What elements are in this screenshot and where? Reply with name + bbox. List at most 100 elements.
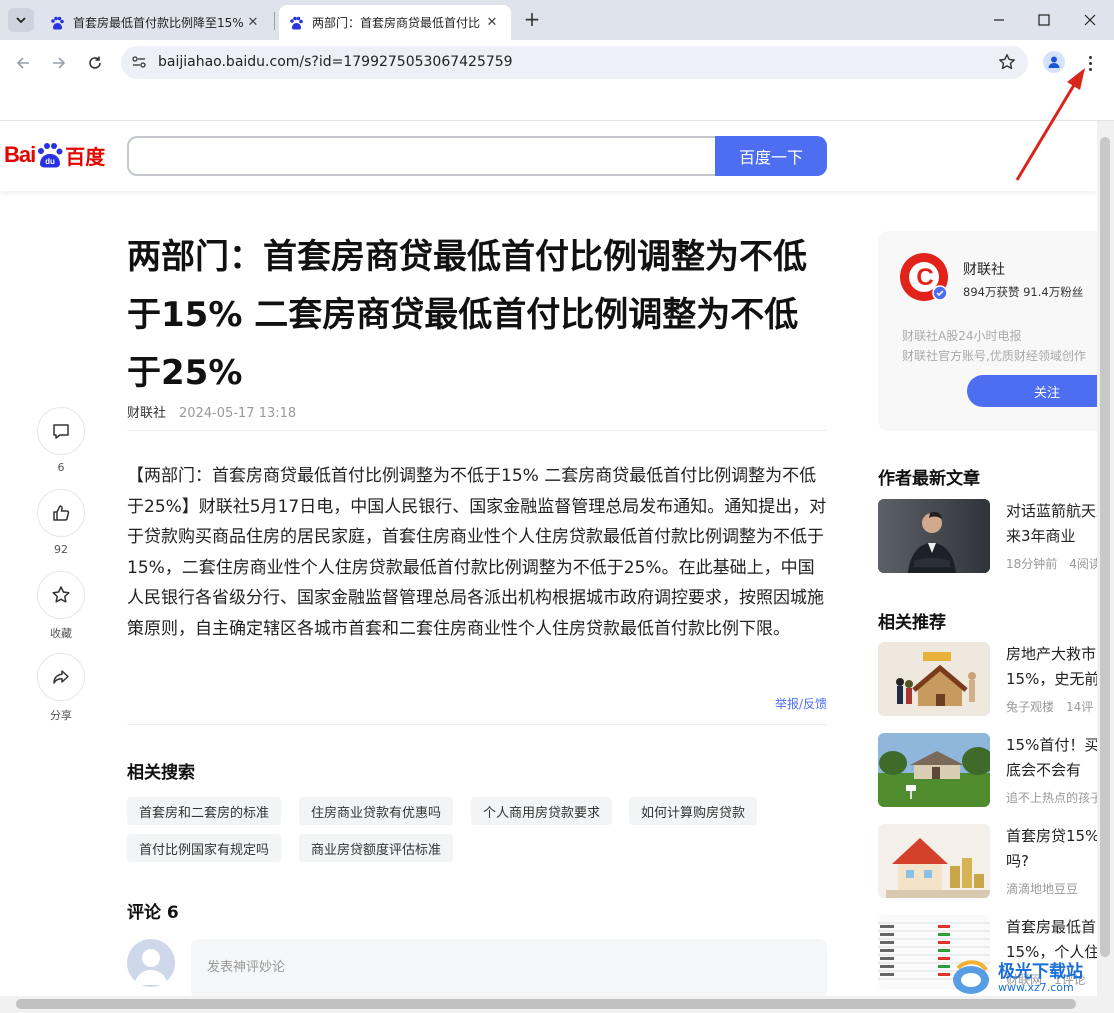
logo-text: Bai <box>4 142 36 167</box>
article-body: 【两部门：首套房商贷最低首付比例调整为不低于15% 二套房商贷最低首付比例调整为… <box>127 466 827 639</box>
search-button[interactable]: 百度一下 <box>715 136 827 176</box>
baidu-paw-icon <box>51 16 64 29</box>
recommend-title: 15%首付！买到底会不会有 <box>1006 736 1097 779</box>
close-icon <box>1084 14 1096 26</box>
horizontal-scrollbar[interactable] <box>0 996 1114 1013</box>
latest-articles-heading: 作者最新文章 <box>878 469 980 489</box>
scrollbar-thumb[interactable] <box>16 999 1076 1009</box>
report-link[interactable]: 举报/反馈 <box>775 695 827 712</box>
watermark-text: 极光下载站 <box>998 961 1083 982</box>
author-desc-line: 财联社官方账号,优质财经领域创作 <box>902 349 1086 363</box>
article-thumbnail <box>878 642 990 716</box>
minimize-button[interactable] <box>984 8 1014 32</box>
watermark-sub: www.xz7.com <box>998 980 1074 994</box>
author-name[interactable]: 财联社 <box>963 259 1005 279</box>
divider <box>127 430 827 431</box>
author-desc-line: 财联社A股24小时电报 <box>902 329 1022 343</box>
author-card: C 财联社 894万获赞 91.4万粉丝 财联社A股24小时电报 财联社官方账号… <box>878 231 1097 431</box>
like-action[interactable]: 92 <box>37 489 85 556</box>
author-desc: 财联社A股24小时电报 财联社官方账号,优质财经领域创作 <box>902 326 1086 366</box>
house-lawn-photo <box>878 733 990 807</box>
tab-inactive[interactable]: 首套房最低首付款比例降至15% ✕ <box>40 5 272 40</box>
collect-action[interactable]: 收藏 <box>37 571 85 641</box>
recommend-meta: 滴滴地地豆豆 <box>1006 882 1079 896</box>
author-stats: 894万获赞 91.4万粉丝 <box>963 285 1084 299</box>
chevron-down-icon <box>16 17 26 24</box>
window-close-button[interactable] <box>1075 8 1105 32</box>
comment-icon <box>53 424 69 439</box>
tab-title: 两部门：首套房商贷最低首付比 <box>312 16 481 30</box>
share-label: 分享 <box>50 709 72 722</box>
arrow-left-icon <box>16 57 29 69</box>
follow-button[interactable]: 关注 <box>967 375 1097 407</box>
recommend-meta: 追不上热点的孩子 <box>1006 791 1097 805</box>
comment-count: 6 <box>57 461 65 474</box>
baidu-logo[interactable]: Bai du 百度 <box>4 137 105 173</box>
minimize-icon <box>994 19 1004 21</box>
article-author[interactable]: 财联社 <box>127 406 166 421</box>
related-search-tag[interactable]: 个人商用房贷款要求 <box>471 797 613 825</box>
author-logo[interactable]: C <box>900 253 948 301</box>
back-button[interactable] <box>11 51 35 75</box>
article-meta: 财联社 2024-05-17 13:18 <box>127 402 296 421</box>
recommend-meta: 兔子观楼 14评 <box>1006 700 1094 714</box>
house-coins-photo <box>878 824 990 898</box>
collect-label: 收藏 <box>50 627 72 640</box>
thumbs-up-icon <box>53 505 70 521</box>
article-thumbnail <box>878 499 990 573</box>
url-text: baijiahao.baidu.com/s?id=179927505306742… <box>158 54 513 70</box>
comment-action[interactable]: 6 <box>37 407 85 474</box>
webpage: Bai du 百度 百度一下 6 92 收藏 分享 两部门：首套房商贷最低首付比… <box>0 121 1097 996</box>
watermark: 极光下载站 www.xz7.com <box>950 958 1083 998</box>
search-input[interactable] <box>127 136 717 176</box>
site-settings-icon[interactable] <box>131 54 147 70</box>
tab-active[interactable]: 两部门：首套房商贷最低首付比 ✕ <box>279 5 511 40</box>
arrow-right-icon <box>53 57 66 69</box>
browser-toolbar: baijiahao.baidu.com/s?id=179927505306742… <box>0 40 1114 86</box>
maximize-button[interactable] <box>1029 8 1059 32</box>
avatar <box>127 939 175 987</box>
related-search-tag[interactable]: 首付比例国家有规定吗 <box>127 834 282 862</box>
scrollbar-thumb[interactable] <box>1100 137 1110 957</box>
share-icon <box>53 670 69 684</box>
close-icon[interactable]: ✕ <box>244 15 262 30</box>
person-photo <box>878 499 990 573</box>
article-title: 两部门：首套房商贷最低首付比例调整为不低于15% 二套房商贷最低首付比例调整为不… <box>127 237 807 393</box>
recommend-title: 房地产大救市15%，史无前 <box>1006 645 1097 688</box>
recommend-item[interactable]: 首套房贷15%房吗? 滴滴地地豆豆 <box>878 824 1097 900</box>
article-thumbnail <box>878 824 990 898</box>
tab-search-button[interactable] <box>8 8 34 32</box>
default-avatar-icon <box>134 949 168 985</box>
maximize-icon <box>1038 14 1050 26</box>
related-search-tag[interactable]: 如何计算购房贷款 <box>629 797 758 825</box>
new-tab-button[interactable]: + <box>520 8 544 32</box>
star-icon <box>52 586 70 603</box>
latest-article-item[interactable]: 对话蓝箭航天未来3年商业 18分钟前 4阅读 <box>878 499 1097 575</box>
vertical-scrollbar[interactable] <box>1097 121 1114 996</box>
watermark-logo-icon <box>953 960 989 994</box>
article-thumbnail <box>878 733 990 807</box>
tab-separator <box>274 12 275 30</box>
related-search-heading: 相关搜索 <box>127 763 195 783</box>
related-search-tag[interactable]: 住房商业贷款有优惠吗 <box>299 797 454 825</box>
house-figures-photo <box>878 642 990 716</box>
forward-button[interactable] <box>47 51 71 75</box>
author-logo-letter: C <box>916 264 933 291</box>
close-icon[interactable]: ✕ <box>483 15 501 30</box>
related-search-tag[interactable]: 首套房和二套房的标准 <box>127 797 282 825</box>
baidu-paw-icon <box>290 16 303 29</box>
address-bar[interactable]: baijiahao.baidu.com/s?id=179927505306742… <box>121 46 1028 79</box>
tab-title: 首套房最低首付款比例降至15% <box>73 16 244 30</box>
logo-cn-text: 百度 <box>65 144 106 169</box>
recommend-item[interactable]: 房地产大救市15%，史无前 兔子观楼 14评 <box>878 642 1097 718</box>
recommend-item[interactable]: 15%首付！买到底会不会有 追不上热点的孩子 <box>878 733 1097 809</box>
recommend-title: 首套房贷15%房吗? <box>1006 827 1097 870</box>
comments-heading: 评论 6 <box>127 903 179 923</box>
comment-input[interactable]: 发表神评妙论 <box>191 939 827 996</box>
related-search-tag[interactable]: 商业房贷额度评估标准 <box>299 834 454 862</box>
tab-bar: 首套房最低首付款比例降至15% ✕ 两部门：首套房商贷最低首付比 ✕ + <box>0 0 1114 40</box>
reload-button[interactable] <box>83 51 107 75</box>
share-action[interactable]: 分享 <box>37 653 85 723</box>
latest-article-meta: 18分钟前 4阅读 <box>1006 557 1097 571</box>
logo-du-text: du <box>45 157 55 166</box>
